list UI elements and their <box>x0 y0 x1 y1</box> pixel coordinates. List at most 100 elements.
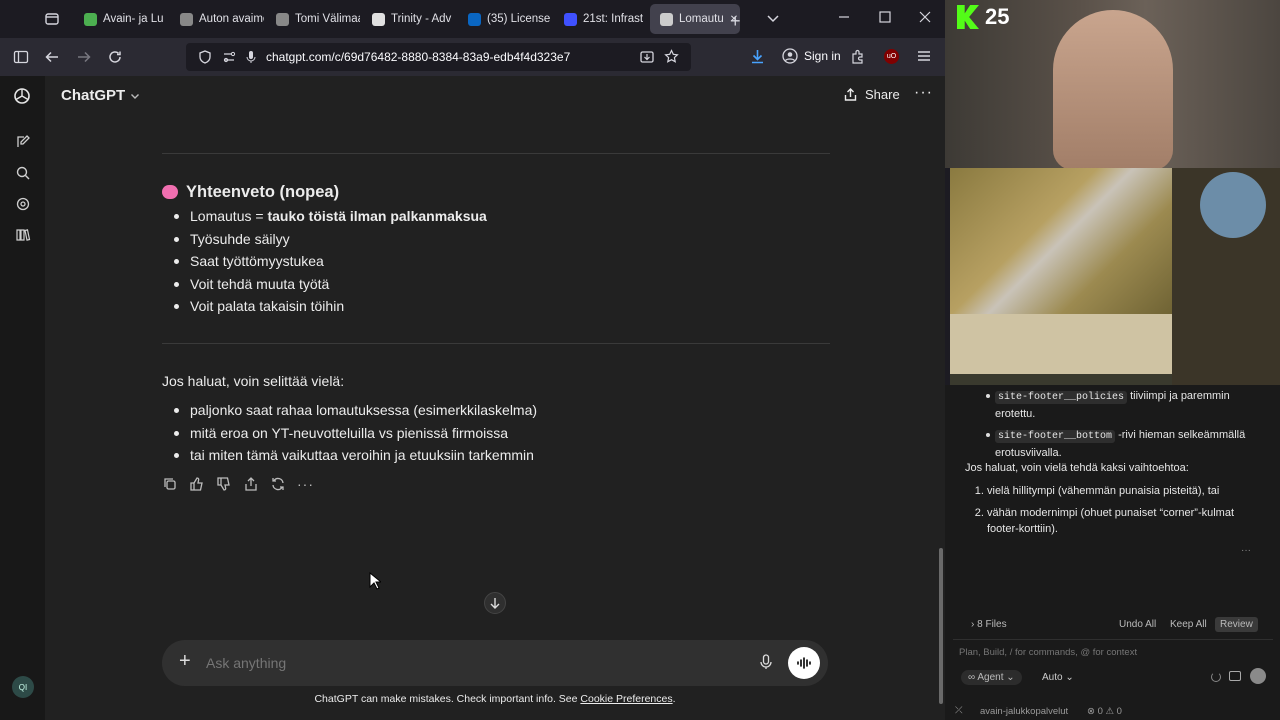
chatgpt-left-rail: QI <box>0 76 45 720</box>
kick-logo-icon <box>957 5 979 29</box>
new-tab-icon[interactable]: + <box>730 11 741 32</box>
browser-tab-bar: Avain- ja Lu Auton avaimet Tomi Välimaa Tri… <box>0 0 945 38</box>
auto-label: Auto <box>1042 672 1063 683</box>
scroll-to-bottom-button[interactable] <box>484 592 506 614</box>
sign-in-label: Sign in <box>804 49 841 63</box>
status-problems[interactable]: ⊗ 0 ⚠ 0 <box>1087 706 1122 717</box>
ublock-icon[interactable]: uO <box>884 49 899 64</box>
microphone-icon[interactable] <box>760 654 772 670</box>
webcam-person <box>1053 10 1173 168</box>
offer-section: Jos haluat, voin selittää vielä: paljonk… <box>162 372 832 468</box>
status-branch[interactable]: avain-jalukkopalvelut <box>980 706 1068 717</box>
code-inline: site-footer__bottom <box>995 430 1116 443</box>
more-actions-icon[interactable]: ··· <box>297 476 314 492</box>
browser-tab[interactable]: Avain- ja Lu <box>74 4 168 34</box>
tab-overview-icon[interactable] <box>44 11 60 27</box>
prompt-input[interactable] <box>206 650 746 676</box>
disclaimer-text: ChatGPT can make mistakes. Check importa… <box>314 693 581 705</box>
library-icon[interactable] <box>13 225 33 245</box>
files-toggle[interactable]: › 8 Files <box>971 619 1007 630</box>
ide-ellipsis-icon[interactable]: ··· <box>1241 545 1251 556</box>
menu-hamburger-icon[interactable] <box>917 49 931 63</box>
copy-icon[interactable] <box>162 476 178 492</box>
back-icon[interactable] <box>44 49 60 65</box>
browser-tab[interactable]: Auton avaimet <box>170 4 264 34</box>
reload-icon[interactable] <box>107 49 123 65</box>
microphone-permission-icon[interactable] <box>246 50 256 64</box>
browser-tab[interactable]: (35) License <box>458 4 552 34</box>
composer: + <box>162 640 828 686</box>
tab-favicon-icon <box>276 12 289 26</box>
add-attachment-icon[interactable]: + <box>179 650 191 673</box>
disclaimer-suffix: . <box>672 693 676 705</box>
list-item: site-footer__bottom -rivi hieman selkeäm… <box>986 427 1265 461</box>
tab-favicon-icon <box>564 12 577 26</box>
ide-input-box: ∞ Agent ⌄ Auto ⌄ <box>953 639 1273 695</box>
webcam-overlay: 25 <box>945 0 1280 168</box>
forward-icon[interactable] <box>76 49 92 65</box>
tab-label: Tomi Välimaa <box>295 13 360 25</box>
regenerate-icon[interactable] <box>270 476 286 492</box>
search-icon[interactable] <box>13 163 33 183</box>
divider <box>162 153 830 154</box>
tab-label: 21st: Infrast <box>583 13 644 25</box>
voice-mode-button[interactable] <box>788 647 820 679</box>
close-window-icon[interactable] <box>919 11 931 23</box>
browser-tab[interactable]: Tomi Välimaa <box>266 4 360 34</box>
new-chat-icon[interactable] <box>13 132 33 152</box>
thumbs-down-icon[interactable] <box>216 476 232 492</box>
remote-icon[interactable]: ⤫ <box>955 705 963 716</box>
page-scrollbar[interactable] <box>939 548 943 704</box>
kick-viewer-count: 25 <box>985 4 1010 29</box>
browser-tab[interactable]: Trinity - Adv <box>362 4 456 34</box>
image-attach-icon[interactable] <box>1229 671 1241 681</box>
cookie-preferences-link[interactable]: Cookie Preferences <box>580 693 672 705</box>
ide-options: vielä hillitympi (vähemmän punaisia pist… <box>987 483 1247 537</box>
minimize-icon[interactable] <box>838 11 850 23</box>
chevron-right-icon: › <box>971 619 975 630</box>
tab-favicon-icon <box>180 12 193 26</box>
ide-status-bar: ⤫ avain-jalukkopalvelut ⊗ 0 ⚠ 0 <box>945 703 1280 720</box>
list-item: Saat työttömyystukea <box>162 251 832 274</box>
browser-tabs: Avain- ja Lu Auton avaimet Tomi Välimaa Tri… <box>74 4 740 34</box>
review-button[interactable]: Review <box>1215 617 1258 632</box>
tab-favicon-icon <box>468 12 481 26</box>
tab-list-chevron-icon[interactable] <box>766 11 780 25</box>
model-selector[interactable]: ChatGPT <box>61 87 141 104</box>
agent-mode-select[interactable]: ∞ Agent ⌄ <box>961 670 1022 685</box>
tab-label: Trinity - Adv <box>391 13 452 25</box>
address-bar[interactable]: chatgpt.com/c/69d76482-8880-8384-83a9-ed… <box>186 43 691 71</box>
reader-view-icon[interactable] <box>640 50 654 64</box>
openai-logo-icon[interactable] <box>12 86 32 106</box>
extensions-puzzle-icon[interactable] <box>851 49 866 64</box>
offer-list: paljonko saat rahaa lomautuksessa (esime… <box>162 400 832 468</box>
thumbs-up-icon[interactable] <box>189 476 205 492</box>
user-avatar[interactable]: QI <box>12 676 34 698</box>
keep-all-button[interactable]: Keep All <box>1170 619 1207 630</box>
sign-in-button[interactable]: Sign in <box>782 48 841 64</box>
send-button[interactable] <box>1250 668 1266 684</box>
permissions-icon[interactable] <box>222 50 236 64</box>
images-icon[interactable] <box>13 194 33 214</box>
browser-tab[interactable]: Lomautu ✕ <box>650 4 740 34</box>
undo-all-button[interactable]: Undo All <box>1119 619 1156 630</box>
browser-tab[interactable]: 21st: Infrast <box>554 4 648 34</box>
sidebar-toggle-icon[interactable] <box>13 49 29 65</box>
ide-prompt-input[interactable] <box>959 644 1259 660</box>
list-item: Voit palata takaisin töihin <box>162 296 832 319</box>
more-options-icon[interactable]: ··· <box>914 84 933 102</box>
shield-icon[interactable] <box>198 50 212 64</box>
tab-label: Auton avaimet <box>199 13 264 25</box>
maximize-icon[interactable] <box>879 11 891 23</box>
message-actions: ··· <box>162 476 314 492</box>
downloads-icon[interactable] <box>750 49 765 64</box>
brain-icon <box>162 185 178 199</box>
bookmark-star-icon[interactable] <box>664 49 679 64</box>
tab-favicon-icon <box>84 12 97 26</box>
model-auto-select[interactable]: Auto ⌄ <box>1042 672 1074 683</box>
share-button[interactable]: Share <box>843 87 900 102</box>
tab-favicon-icon <box>372 12 385 26</box>
list-item: vähän modernimpi (ohuet punaiset “corner… <box>987 505 1247 537</box>
app-name: ChatGPT <box>61 87 126 104</box>
share-message-icon[interactable] <box>243 476 259 492</box>
